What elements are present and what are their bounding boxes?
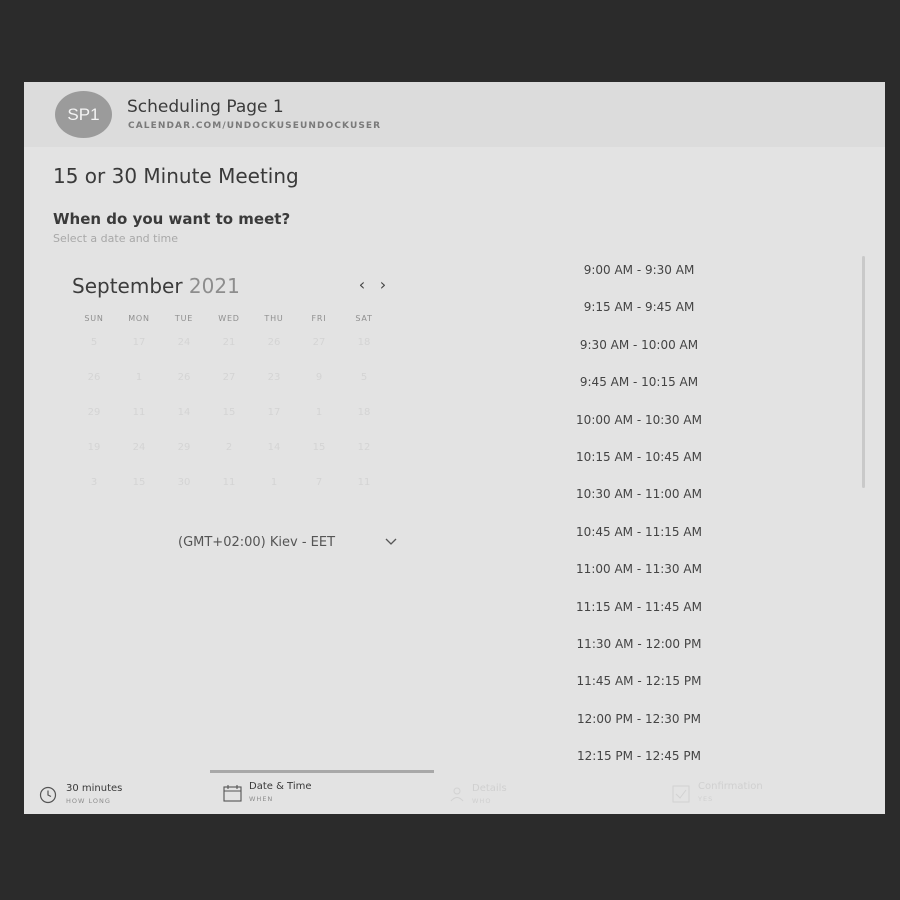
calendar-day: 18 xyxy=(357,407,371,418)
time-slot-button[interactable]: 11:45 AM - 12:15 PM xyxy=(564,674,714,688)
calendar-day: 17 xyxy=(267,407,281,418)
month-name: September xyxy=(72,274,183,298)
calendar-day: 15 xyxy=(222,407,236,418)
time-slot-button[interactable]: 11:30 AM - 12:00 PM xyxy=(564,637,714,651)
prev-month-button[interactable]: ‹ xyxy=(354,277,370,293)
calendar-day: 29 xyxy=(87,407,101,418)
step-duration-label[interactable]: 30 minutes xyxy=(66,783,122,794)
calendar-day: 12 xyxy=(357,442,371,453)
calendar-icon xyxy=(223,785,242,802)
calendar-day: 9 xyxy=(315,372,323,383)
time-slot-button[interactable]: 10:30 AM - 11:00 AM xyxy=(564,487,714,501)
calendar-day: 27 xyxy=(222,372,236,383)
time-slot-button[interactable]: 9:30 AM - 10:00 AM xyxy=(564,338,714,352)
calendar-month-label: September 2021 xyxy=(72,274,240,298)
time-slot-button[interactable]: 11:00 AM - 11:30 AM xyxy=(564,562,714,576)
step-duration-sub: HOW LONG xyxy=(66,797,111,805)
step-datetime-sub: WHEN xyxy=(249,795,274,803)
step-datetime-label[interactable]: Date & Time xyxy=(249,781,312,792)
calendar-day: 26 xyxy=(177,372,191,383)
calendar-day: 17 xyxy=(132,337,146,348)
scheduling-page-url[interactable]: CALENDAR.COM/UNDOCKUSEUNDOCKUSER xyxy=(128,121,381,131)
step-confirmation-sub: YES xyxy=(698,795,714,803)
time-slot-button[interactable]: 10:15 AM - 10:45 AM xyxy=(564,450,714,464)
weekday-mon: MON xyxy=(128,314,150,323)
calendar-day: 1 xyxy=(315,407,323,418)
calendar-day: 19 xyxy=(87,442,101,453)
calendar-day: 29 xyxy=(177,442,191,453)
calendar-day: 1 xyxy=(270,477,278,488)
time-slot-button[interactable]: 10:00 AM - 10:30 AM xyxy=(564,413,714,427)
time-slot-button[interactable]: 12:15 PM - 12:45 PM xyxy=(564,749,714,763)
calendar-day: 14 xyxy=(267,442,281,453)
time-slot-button[interactable]: 9:15 AM - 9:45 AM xyxy=(564,300,714,314)
weekday-sun: SUN xyxy=(84,314,104,323)
calendar-day: 18 xyxy=(357,337,371,348)
chevron-right-icon: › xyxy=(379,275,387,294)
weekday-fri: FRI xyxy=(311,314,327,323)
calendar-day: 26 xyxy=(267,337,281,348)
calendar-day: 26 xyxy=(87,372,101,383)
page-header: SP1 Scheduling Page 1 CALENDAR.COM/UNDOC… xyxy=(24,82,885,147)
timezone-select[interactable]: (GMT+02:00) Kiev - EET xyxy=(178,535,335,550)
step-details-label: Details xyxy=(472,783,507,794)
calendar-day: 21 xyxy=(222,337,236,348)
weekday-thu: THU xyxy=(264,314,284,323)
time-slot-button[interactable]: 10:45 AM - 11:15 AM xyxy=(564,525,714,539)
next-month-button[interactable]: › xyxy=(375,277,391,293)
calendar-day: 11 xyxy=(357,477,371,488)
time-slot-button[interactable]: 11:15 AM - 11:45 AM xyxy=(564,600,714,614)
year-label: 2021 xyxy=(188,274,240,298)
calendar-day: 14 xyxy=(177,407,191,418)
chevron-left-icon: ‹ xyxy=(358,275,366,294)
calendar-day: 5 xyxy=(360,372,368,383)
calendar-day: 11 xyxy=(132,407,146,418)
step-confirmation-label: Confirmation xyxy=(698,781,763,792)
active-step-indicator xyxy=(210,770,434,773)
step-details-sub: WHO xyxy=(472,797,492,805)
clock-icon xyxy=(39,786,57,804)
calendar-day: 5 xyxy=(90,337,98,348)
calendar-day: 30 xyxy=(177,477,191,488)
calendar-day: 2 xyxy=(225,442,233,453)
calendar-day: 1 xyxy=(135,372,143,383)
meeting-title: 15 or 30 Minute Meeting xyxy=(53,164,299,188)
time-slot-scrollbar[interactable] xyxy=(862,256,865,488)
time-slot-button[interactable]: 9:45 AM - 10:15 AM xyxy=(564,375,714,389)
check-icon xyxy=(672,785,690,803)
person-icon xyxy=(450,787,464,802)
weekday-sat: SAT xyxy=(355,314,373,323)
scheduling-card: SP1 Scheduling Page 1 CALENDAR.COM/UNDOC… xyxy=(24,82,885,814)
chevron-down-icon[interactable] xyxy=(384,537,398,547)
calendar-day: 24 xyxy=(177,337,191,348)
calendar-day: 3 xyxy=(90,477,98,488)
calendar-day: 23 xyxy=(267,372,281,383)
meet-question: When do you want to meet? xyxy=(53,210,291,228)
time-slot-button[interactable]: 12:00 PM - 12:30 PM xyxy=(564,712,714,726)
scheduling-page-name: Scheduling Page 1 xyxy=(127,97,284,117)
step-progress-bar: 30 minutes HOW LONG Date & Time WHEN Det… xyxy=(24,770,885,814)
calendar-day: 27 xyxy=(312,337,326,348)
calendar-day: 15 xyxy=(312,442,326,453)
calendar-day: 15 xyxy=(132,477,146,488)
avatar: SP1 xyxy=(55,91,112,138)
weekday-wed: WED xyxy=(218,314,240,323)
calendar-day: 11 xyxy=(222,477,236,488)
weekday-tue: TUE xyxy=(174,314,194,323)
calendar-day: 24 xyxy=(132,442,146,453)
select-hint: Select a date and time xyxy=(53,232,179,245)
calendar-day: 7 xyxy=(315,477,323,488)
time-slot-button[interactable]: 9:00 AM - 9:30 AM xyxy=(564,263,714,277)
